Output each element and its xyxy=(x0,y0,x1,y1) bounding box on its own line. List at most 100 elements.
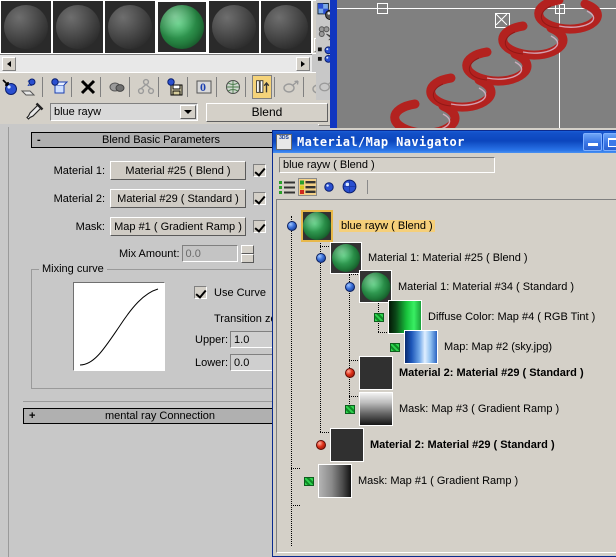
material2-button[interactable]: Material #29 ( Standard ) xyxy=(110,189,246,208)
3ds-max-icon: 3DS xyxy=(276,134,292,150)
blend-basic-parameters-rollout-header[interactable]: - Blend Basic Parameters xyxy=(31,132,291,148)
green-square-marker-icon[interactable] xyxy=(345,404,355,414)
sample-slot-3[interactable] xyxy=(104,0,156,54)
assign-material-to-selection-icon[interactable] xyxy=(49,75,69,99)
perspective-viewport[interactable] xyxy=(337,0,616,128)
mix-amount-spinner[interactable] xyxy=(240,244,254,263)
sphere-preview xyxy=(160,5,204,49)
blue-sphere-marker-icon[interactable] xyxy=(345,281,355,292)
red-sphere-marker-icon[interactable] xyxy=(316,440,326,450)
sphere-preview xyxy=(56,5,100,49)
material-name-value: blue rayw xyxy=(54,106,102,118)
red-sphere-marker-icon[interactable] xyxy=(345,368,355,378)
minimize-button[interactable] xyxy=(583,133,602,151)
toolbar-separator xyxy=(42,77,47,97)
get-material-icon[interactable] xyxy=(0,75,20,99)
make-material-copy-icon[interactable] xyxy=(107,75,127,99)
node-label: Mask: Map #3 ( Gradient Ramp ) xyxy=(399,403,560,415)
sample-slot-1[interactable] xyxy=(0,0,52,54)
view-list-icons-icon[interactable] xyxy=(298,177,317,196)
green-square-marker-icon[interactable] xyxy=(390,342,400,352)
material-name-input[interactable]: blue rayw xyxy=(50,103,198,121)
node-label: Map: Map #2 (sky.jpg) xyxy=(444,341,553,353)
node-label: blue rayw ( Blend ) xyxy=(339,220,435,232)
rollout-frame: - Blend Basic Parameters Material 1: Mat… xyxy=(8,127,311,557)
material-effects-channel-icon[interactable]: 0 xyxy=(194,75,214,99)
sample-slot-5[interactable] xyxy=(208,0,260,54)
sample-slots[interactable] xyxy=(0,0,312,54)
green-square-marker-icon[interactable] xyxy=(374,312,384,322)
navigator-title-bar[interactable]: 3DS Material/Map Navigator xyxy=(273,131,616,153)
blue-sphere-marker-icon[interactable] xyxy=(316,253,326,263)
node-blue-rayw[interactable]: blue rayw ( Blend ) xyxy=(287,210,435,242)
green-square-marker-icon[interactable] xyxy=(304,476,314,486)
mask-enable-checkbox[interactable] xyxy=(253,220,266,233)
transition-zone-label: Transition zor xyxy=(214,312,281,325)
node-mask-map1[interactable]: Mask: Map #1 ( Gradient Ramp ) xyxy=(304,464,518,498)
helix-spiral-object xyxy=(390,0,602,128)
show-map-in-viewport-icon[interactable] xyxy=(223,75,243,99)
put-material-to-scene-icon[interactable]: 2 xyxy=(20,75,40,99)
material-thumbnail[interactable] xyxy=(359,356,393,390)
sphere-preview xyxy=(108,5,152,49)
use-curve-checkbox[interactable] xyxy=(194,286,207,299)
mask-label: Mask: xyxy=(75,220,105,233)
make-unique-icon[interactable] xyxy=(136,75,156,99)
rollout-divider xyxy=(23,401,297,402)
view-small-icons-icon[interactable] xyxy=(319,178,338,196)
navigator-path-field[interactable]: blue rayw ( Blend ) xyxy=(279,157,495,173)
toolbar-separator xyxy=(71,77,76,97)
material-name-row: blue rayw Blend xyxy=(0,100,330,124)
node-diffuse-map4[interactable]: Diffuse Color: Map #4 ( RGB Tint ) xyxy=(374,300,595,334)
node-mask-map3[interactable]: Mask: Map #3 ( Gradient Ramp ) xyxy=(345,392,559,426)
show-end-result-icon[interactable] xyxy=(252,75,272,99)
sample-slot-4[interactable] xyxy=(156,0,208,54)
view-list-icon[interactable] xyxy=(277,178,296,196)
use-curve-label: Use Curve xyxy=(214,286,266,299)
sample-slot-2[interactable] xyxy=(52,0,104,54)
toolbar-separator xyxy=(245,77,250,97)
put-to-library-icon[interactable] xyxy=(165,75,185,99)
map-thumbnail[interactable] xyxy=(318,464,352,498)
map-thumbnail[interactable] xyxy=(388,300,422,334)
mask-button[interactable]: Map #1 ( Gradient Ramp ) xyxy=(110,217,246,236)
map-thumbnail[interactable] xyxy=(359,392,393,426)
material-thumbnail[interactable] xyxy=(359,270,392,303)
eyedropper-icon[interactable] xyxy=(20,102,46,122)
material1-button[interactable]: Material #25 ( Blend ) xyxy=(110,161,246,180)
sample-slot-6[interactable] xyxy=(260,0,312,54)
scroll-right-arrow-icon[interactable] xyxy=(296,57,310,71)
node-label: Diffuse Color: Map #4 ( RGB Tint ) xyxy=(428,311,596,323)
material-editor-toolbar[interactable]: 2 0 xyxy=(0,72,330,101)
reset-map-material-icon[interactable] xyxy=(78,75,98,99)
rollout-toggle-icon[interactable]: - xyxy=(37,134,41,146)
material-map-navigator-window[interactable]: 3DS Material/Map Navigator blue rayw ( B… xyxy=(272,130,616,557)
mix-amount-label: Mix Amount: xyxy=(119,247,180,260)
blue-sphere-marker-icon[interactable] xyxy=(287,221,297,231)
mental-ray-connection-rollout-header[interactable]: + mental ray Connection xyxy=(23,408,297,424)
toolbar-separator xyxy=(158,77,163,97)
material1-enable-checkbox[interactable] xyxy=(253,164,266,177)
material-thumbnail[interactable] xyxy=(301,210,333,242)
node-material2-29-outer[interactable]: Material 2: Material #29 ( Standard ) xyxy=(316,428,555,462)
toolbar-separator xyxy=(100,77,105,97)
mixing-curve-graph[interactable] xyxy=(73,282,165,371)
node-material2-29-inner[interactable]: Material 2: Material #29 ( Standard ) xyxy=(345,356,584,390)
navigator-toolbar[interactable] xyxy=(277,177,616,196)
rollout-toggle-icon[interactable]: + xyxy=(29,410,35,422)
svg-text:0: 0 xyxy=(200,80,206,94)
scroll-left-arrow-icon[interactable] xyxy=(2,57,16,71)
material-thumbnail[interactable] xyxy=(330,428,364,462)
maximize-button[interactable] xyxy=(603,133,616,151)
node-material1-34[interactable]: Material 1: Material #34 ( Standard ) xyxy=(345,270,574,303)
view-large-icons-icon[interactable] xyxy=(340,178,359,196)
navigator-tree[interactable]: blue rayw ( Blend ) Material 1: Material… xyxy=(276,199,616,553)
material-name-dropdown-arrow-icon[interactable] xyxy=(180,105,196,119)
material-type-button[interactable]: Blend xyxy=(206,102,328,122)
material2-enable-checkbox[interactable] xyxy=(253,192,266,205)
slots-horizontal-scrollbar[interactable] xyxy=(0,54,312,73)
go-to-parent-icon[interactable] xyxy=(281,75,301,99)
curve-path xyxy=(79,288,159,366)
mix-amount-field[interactable]: 0.0 xyxy=(181,245,238,262)
upper-label: Upper: xyxy=(195,333,229,346)
